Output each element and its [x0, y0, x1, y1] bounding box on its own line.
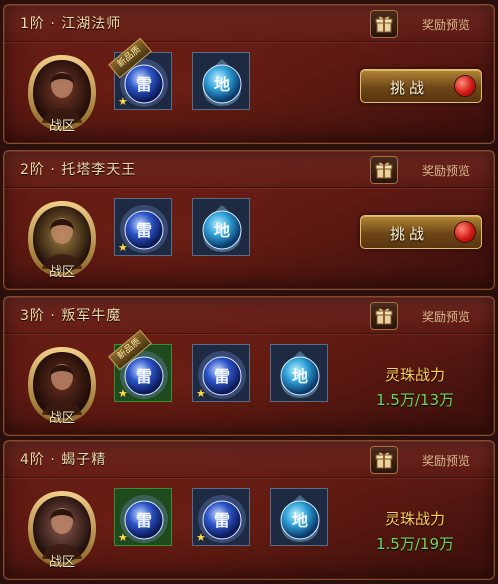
orb-power: 灵珠战力 1.5万/19万 [360, 508, 470, 554]
star-icon: ★ [118, 387, 128, 400]
challenge-button[interactable]: 挑战 [360, 215, 482, 249]
spirit-orb-thunder[interactable]: 雷 ★ 新品质 [108, 37, 172, 110]
spirit-orb-thunder[interactable]: 雷 ★ [114, 198, 172, 256]
stage-card: 4阶 · 蝎子精 奖励预览 战区 雷 ★ 雷 ★ 地 灵珠战力 1.5万/19万 [3, 440, 495, 580]
svg-text:地: 地 [214, 75, 230, 94]
challenge-button[interactable]: 挑战 [360, 69, 482, 103]
challenge-label: 挑战 [389, 225, 428, 243]
svg-text:雷: 雷 [136, 511, 152, 530]
svg-text:地: 地 [214, 221, 230, 240]
stage-title: 4阶 · 蝎子精 [20, 452, 107, 468]
stage-title: 1阶 · 江湖法师 [20, 16, 122, 32]
card-header: 3阶 · 叛军牛魔 奖励预览 [4, 297, 494, 334]
star-icon: ★ [196, 387, 206, 400]
star-icon: ★ [196, 531, 206, 544]
challenge-label: 挑战 [389, 79, 428, 97]
orb-power: 灵珠战力 1.5万/13万 [360, 364, 470, 410]
svg-text:雷: 雷 [214, 511, 230, 530]
spirit-orb-thunder[interactable]: 雷 ★ [114, 488, 172, 546]
orb-power-label: 灵珠战力 [384, 366, 445, 384]
star-icon: ★ [118, 531, 128, 544]
stage-title: 3阶 · 叛军牛魔 [20, 308, 122, 324]
spirit-orb-earth[interactable]: 地 [192, 52, 250, 110]
spirit-orb-thunder[interactable]: 雷 ★ [192, 344, 250, 402]
stage-title: 2阶 · 托塔李天王 [20, 162, 137, 178]
spirit-orb-thunder[interactable]: 雷 ★ 新品质 [108, 329, 172, 402]
orb-power-value: 1.5万/19万 [376, 535, 454, 553]
red-gem-icon [455, 76, 475, 96]
stage-card: 2阶 · 托塔李天王 奖励预览 战区 雷 ★ 地 挑战 [3, 150, 495, 290]
gift-box-icon[interactable] [370, 302, 398, 330]
gift-box-icon[interactable] [370, 446, 398, 474]
zone-label: 战区 [48, 411, 75, 426]
stage-card: 1阶 · 江湖法师 奖励预览 战区 雷 ★ 新品质 地 挑战 [3, 4, 495, 144]
gift-box-icon[interactable] [370, 156, 398, 184]
zone-label: 战区 [48, 265, 75, 280]
boss-avatar[interactable]: 战区 [24, 51, 100, 139]
gift-box-icon[interactable] [370, 10, 398, 38]
svg-text:地: 地 [292, 511, 308, 530]
zone-label: 战区 [48, 119, 75, 134]
orb-power-label: 灵珠战力 [384, 510, 445, 528]
reward-preview-link[interactable]: 奖励预览 [422, 162, 470, 179]
red-gem-icon [455, 222, 475, 242]
card-header: 4阶 · 蝎子精 奖励预览 [4, 441, 494, 478]
boss-avatar[interactable]: 战区 [24, 197, 100, 285]
star-icon: ★ [118, 95, 128, 108]
spirit-orb-earth[interactable]: 地 [192, 198, 250, 256]
zone-label: 战区 [48, 555, 75, 570]
spirit-orb-earth[interactable]: 地 [270, 344, 328, 402]
reward-preview-link[interactable]: 奖励预览 [422, 308, 470, 325]
boss-avatar[interactable]: 战区 [24, 487, 100, 575]
svg-text:雷: 雷 [136, 367, 152, 386]
svg-text:雷: 雷 [136, 221, 152, 240]
svg-text:地: 地 [292, 367, 308, 386]
spirit-orb-earth[interactable]: 地 [270, 488, 328, 546]
orb-power-value: 1.5万/13万 [376, 391, 454, 409]
stage-card: 3阶 · 叛军牛魔 奖励预览 战区 雷 ★ 新品质 雷 ★ 地 灵珠战力 1.5… [3, 296, 495, 436]
reward-preview-link[interactable]: 奖励预览 [422, 16, 470, 33]
svg-text:雷: 雷 [214, 367, 230, 386]
star-icon: ★ [118, 241, 128, 254]
card-header: 1阶 · 江湖法师 奖励预览 [4, 5, 494, 42]
reward-preview-link[interactable]: 奖励预览 [422, 452, 470, 469]
challenge-list: 1阶 · 江湖法师 奖励预览 战区 雷 ★ 新品质 地 挑战 2阶 · 托塔李天… [0, 0, 498, 584]
boss-avatar[interactable]: 战区 [24, 343, 100, 431]
card-header: 2阶 · 托塔李天王 奖励预览 [4, 151, 494, 188]
svg-text:雷: 雷 [136, 75, 152, 94]
spirit-orb-thunder[interactable]: 雷 ★ [192, 488, 250, 546]
